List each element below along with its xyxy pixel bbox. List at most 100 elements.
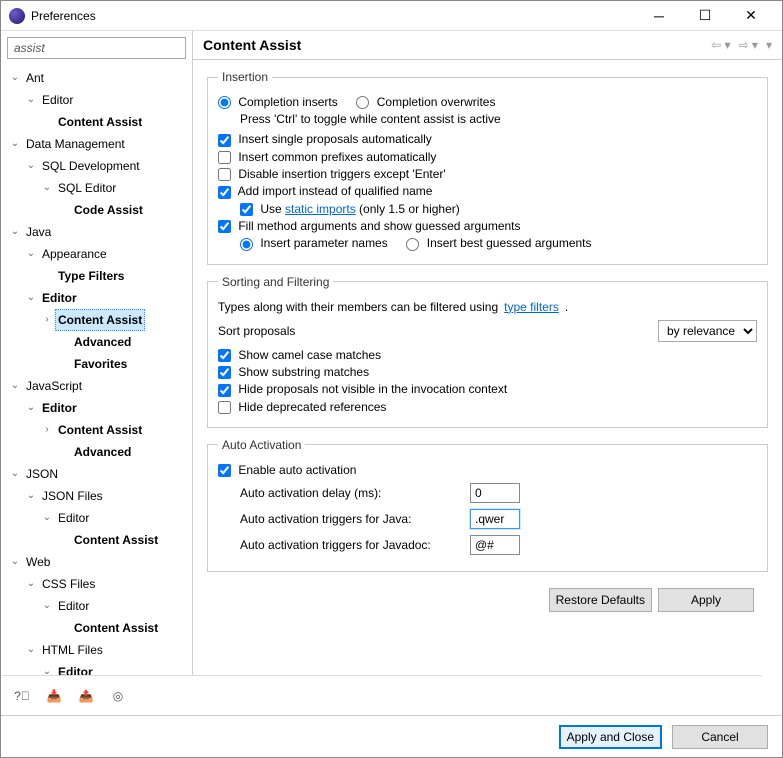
expanded-icon[interactable]: ⌄: [25, 574, 37, 594]
cb-add-import[interactable]: Add import instead of qualified name: [218, 184, 432, 198]
tree-item[interactable]: ⌄JavaScript: [5, 375, 192, 397]
tree-item[interactable]: ⌄Editor: [5, 287, 192, 309]
expanded-icon[interactable]: ⌄: [9, 376, 21, 396]
expanded-icon[interactable]: ⌄: [25, 90, 37, 110]
preferences-tree[interactable]: ⌄Ant⌄EditorContent Assist⌄Data Managemen…: [1, 65, 192, 701]
tree-item-label: Data Management: [23, 133, 128, 155]
tree-item-label: Editor: [39, 287, 80, 309]
expanded-icon[interactable]: ⌄: [25, 486, 37, 506]
tree-item[interactable]: ⌄Java: [5, 221, 192, 243]
radio-insert-param-names[interactable]: Insert parameter names: [240, 236, 388, 250]
apply-button[interactable]: Apply: [658, 588, 754, 612]
expanded-icon[interactable]: ⌄: [25, 640, 37, 660]
radio-insert-best-guessed[interactable]: Insert best guessed arguments: [406, 236, 591, 250]
expanded-icon[interactable]: ⌄: [25, 156, 37, 176]
maximize-button[interactable]: ☐: [682, 1, 728, 31]
cb-hide-invisible[interactable]: Hide proposals not visible in the invoca…: [218, 382, 507, 396]
help-icon[interactable]: ?⃝: [12, 686, 32, 706]
tree-item[interactable]: Advanced: [5, 331, 192, 353]
expanded-icon[interactable]: ⌄: [25, 398, 37, 418]
auto-activation-group: Auto Activation Enable auto activation A…: [207, 438, 768, 572]
type-filters-link[interactable]: type filters: [504, 300, 559, 314]
tree-item-label: Ant: [23, 67, 47, 89]
expanded-icon[interactable]: ⌄: [41, 178, 53, 198]
import-icon[interactable]: 📥: [44, 686, 64, 706]
cb-hide-deprecated[interactable]: Hide deprecated references: [218, 400, 386, 414]
apply-and-close-button[interactable]: Apply and Close: [559, 725, 662, 749]
tree-item[interactable]: ⌄JSON: [5, 463, 192, 485]
expanded-icon[interactable]: ⌄: [41, 596, 53, 616]
cb-substring[interactable]: Show substring matches: [218, 365, 369, 379]
radio-completion-overwrites[interactable]: Completion overwrites: [356, 95, 495, 109]
cb-fill-method-args[interactable]: Fill method arguments and show guessed a…: [218, 219, 521, 233]
tree-item[interactable]: ›Content Assist: [5, 419, 192, 441]
expanded-icon[interactable]: ⌄: [9, 222, 21, 242]
cb-disable-triggers[interactable]: Disable insertion triggers except 'Enter…: [218, 167, 446, 181]
minimize-button[interactable]: ─: [636, 1, 682, 31]
back-icon[interactable]: ⇦ ▾: [711, 38, 730, 52]
tree-item[interactable]: ⌄SQL Editor: [5, 177, 192, 199]
cb-camel-case[interactable]: Show camel case matches: [218, 348, 381, 362]
insertion-group: Insertion Completion inserts Completion …: [207, 70, 768, 265]
tree-item[interactable]: ⌄Editor: [5, 89, 192, 111]
export-icon[interactable]: 📤: [76, 686, 96, 706]
sorting-desc: Types along with their members can be fi…: [218, 300, 757, 314]
tree-item[interactable]: Type Filters: [5, 265, 192, 287]
tree-item[interactable]: Advanced: [5, 441, 192, 463]
tree-item[interactable]: ⌄Editor: [5, 397, 192, 419]
tree-item[interactable]: ⌄Appearance: [5, 243, 192, 265]
auto-javadoc-input[interactable]: [470, 535, 520, 555]
cb-enable-auto[interactable]: Enable auto activation: [218, 463, 356, 477]
expanded-icon[interactable]: ⌄: [9, 134, 21, 154]
app-icon: [9, 8, 25, 24]
tree-item[interactable]: Favorites: [5, 353, 192, 375]
tree-item[interactable]: ⌄SQL Development: [5, 155, 192, 177]
tree-item[interactable]: Content Assist: [5, 529, 192, 551]
static-imports-link[interactable]: static imports: [285, 202, 356, 216]
tree-item[interactable]: ⌄Data Management: [5, 133, 192, 155]
tree-item[interactable]: ⌄Editor: [5, 595, 192, 617]
tree-item[interactable]: ⌄Web: [5, 551, 192, 573]
tree-item-label: Content Assist: [55, 419, 145, 441]
forward-icon[interactable]: ⇨ ▾: [739, 38, 758, 52]
restore-defaults-button[interactable]: Restore Defaults: [549, 588, 652, 612]
collapsed-icon[interactable]: ›: [41, 310, 53, 330]
auto-delay-label: Auto activation delay (ms):: [240, 486, 470, 500]
tree-item[interactable]: ›Content Assist: [5, 309, 192, 331]
radio-completion-inserts[interactable]: Completion inserts: [218, 95, 338, 109]
cb-use-static-imports[interactable]: Use static imports (only 1.5 or higher): [240, 202, 460, 216]
tree-item[interactable]: ⌄Editor: [5, 507, 192, 529]
menu-icon[interactable]: ▾: [766, 38, 772, 52]
expanded-icon[interactable]: ⌄: [25, 288, 37, 308]
tree-item[interactable]: ⌄JSON Files: [5, 485, 192, 507]
close-button[interactable]: ✕: [728, 1, 774, 31]
auto-java-input[interactable]: [470, 509, 520, 529]
expanded-icon[interactable]: ⌄: [9, 68, 21, 88]
tree-item[interactable]: Content Assist: [5, 111, 192, 133]
sorting-legend: Sorting and Filtering: [218, 275, 333, 289]
page-title: Content Assist: [203, 37, 711, 53]
tree-item-label: Content Assist: [71, 617, 161, 639]
filter-input[interactable]: [7, 37, 186, 59]
oomph-icon[interactable]: ◎: [108, 686, 128, 706]
tree-item-label: HTML Files: [39, 639, 106, 661]
tree-item-label: Appearance: [39, 243, 110, 265]
tree-item[interactable]: ⌄Ant: [5, 67, 192, 89]
expanded-icon[interactable]: ⌄: [9, 552, 21, 572]
tree-item-label: Editor: [55, 507, 92, 529]
sort-proposals-select[interactable]: by relevance: [658, 320, 757, 342]
auto-delay-input[interactable]: [470, 483, 520, 503]
tree-item[interactable]: Content Assist: [5, 617, 192, 639]
collapsed-icon[interactable]: ›: [41, 420, 53, 440]
cb-insert-single[interactable]: Insert single proposals automatically: [218, 132, 432, 146]
expanded-icon[interactable]: ⌄: [9, 464, 21, 484]
tree-item[interactable]: Code Assist: [5, 199, 192, 221]
expanded-icon[interactable]: ⌄: [25, 244, 37, 264]
titlebar: Preferences ─ ☐ ✕: [1, 1, 782, 31]
cb-insert-common[interactable]: Insert common prefixes automatically: [218, 150, 436, 164]
tree-item[interactable]: ⌄HTML Files: [5, 639, 192, 661]
tree-item-label: JSON Files: [39, 485, 106, 507]
tree-item[interactable]: ⌄CSS Files: [5, 573, 192, 595]
expanded-icon[interactable]: ⌄: [41, 508, 53, 528]
cancel-button[interactable]: Cancel: [672, 725, 768, 749]
